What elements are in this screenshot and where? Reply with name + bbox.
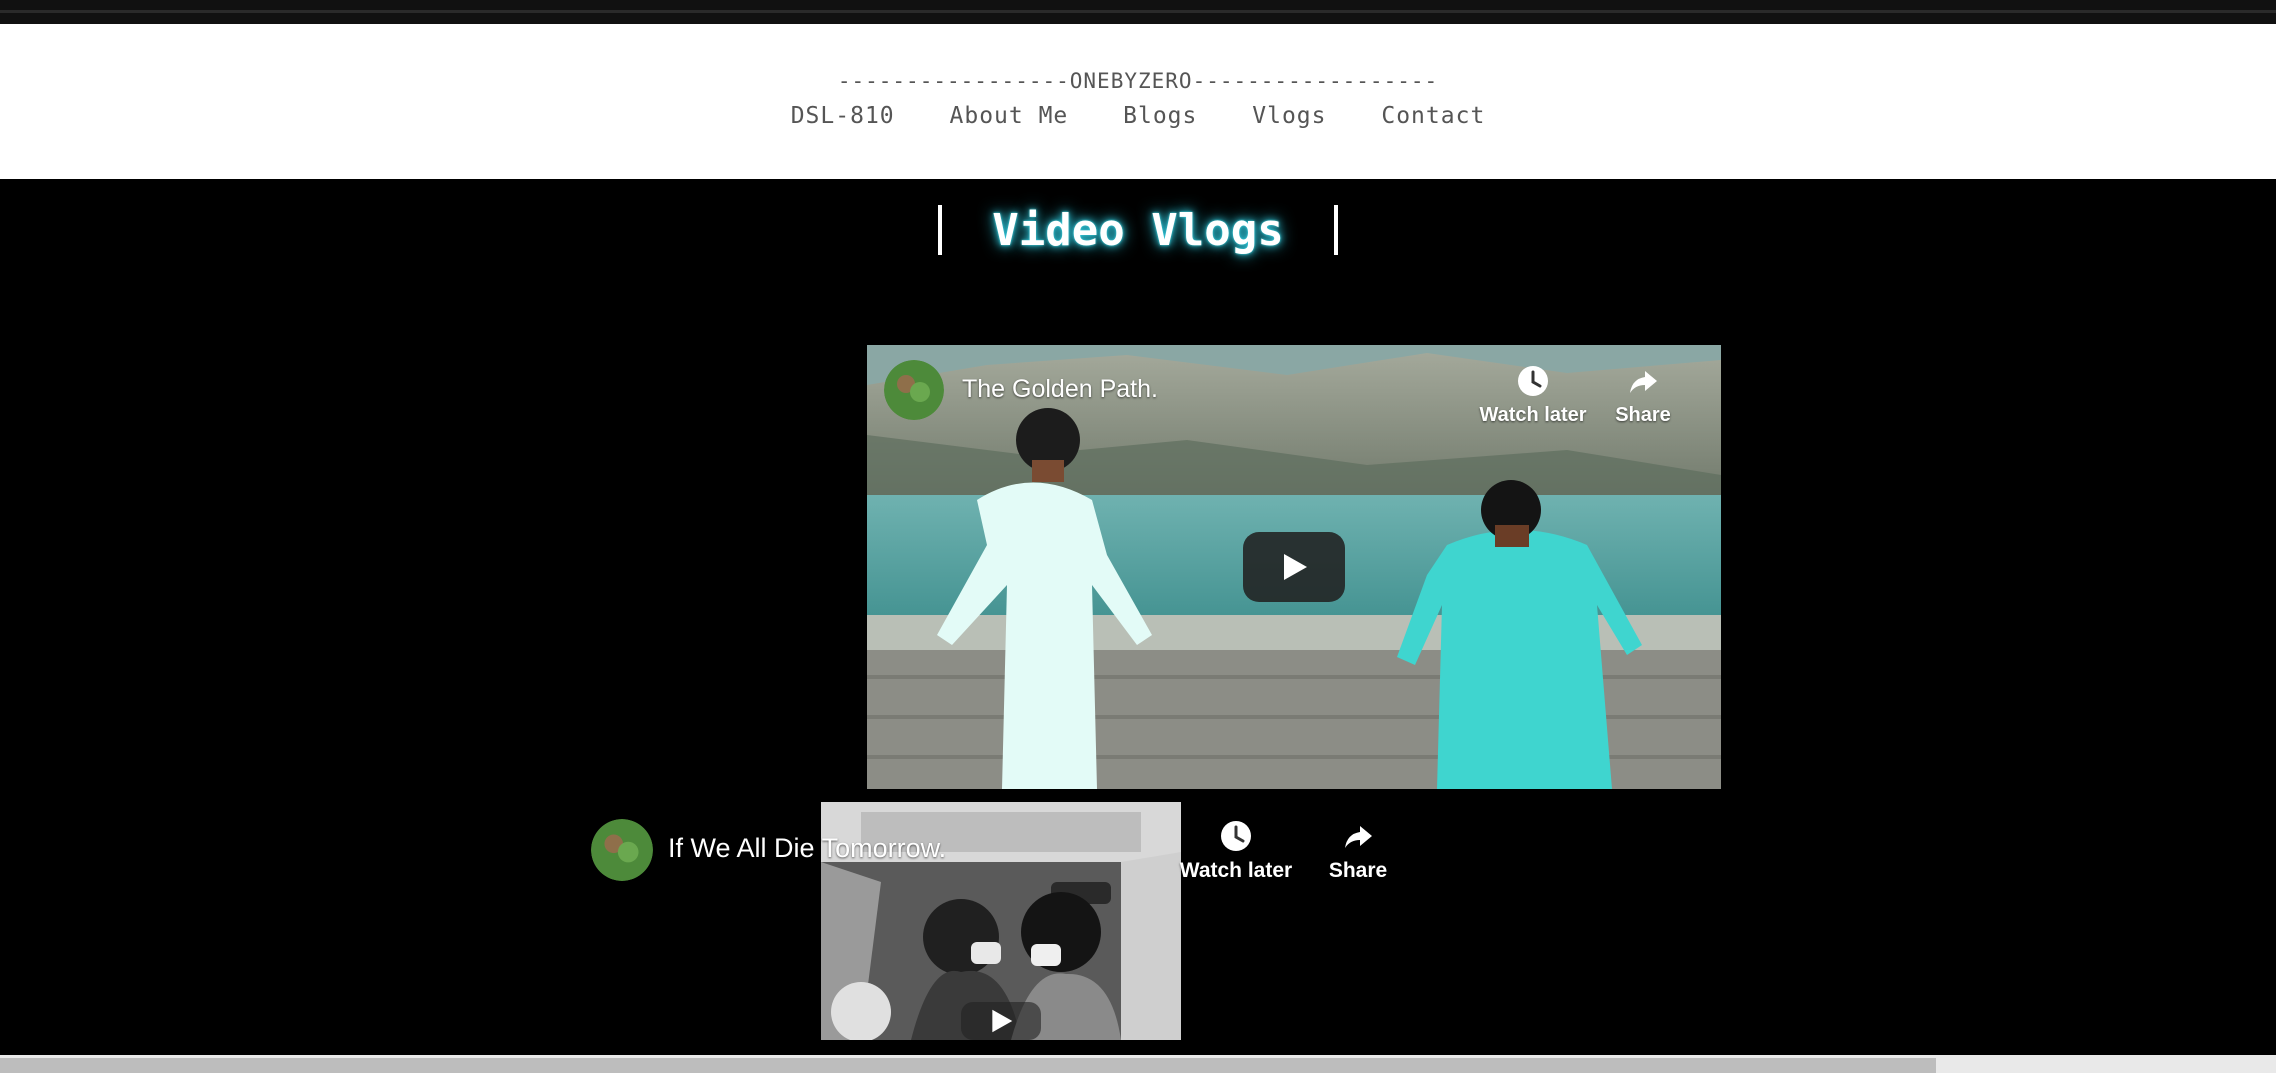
site-brand: -----------------ONEBYZERO--------------… bbox=[837, 69, 1439, 93]
nav-item-contact[interactable]: Contact bbox=[1381, 103, 1485, 129]
watch-later-button[interactable]: Watch later bbox=[1473, 363, 1593, 427]
play-icon bbox=[992, 1009, 1013, 1033]
page-title: Video Vlogs bbox=[992, 204, 1284, 256]
browser-top-strip bbox=[0, 0, 2276, 24]
share-arrow-icon bbox=[1345, 826, 1372, 848]
nav-item-vlogs[interactable]: Vlogs bbox=[1252, 103, 1326, 129]
play-icon bbox=[1284, 554, 1307, 580]
nav-item-blogs[interactable]: Blogs bbox=[1123, 103, 1197, 129]
play-button[interactable] bbox=[961, 1002, 1041, 1040]
play-button[interactable] bbox=[1243, 532, 1345, 602]
clock-icon bbox=[1221, 821, 1251, 851]
watch-later-label: Watch later bbox=[1479, 404, 1587, 426]
page-title-frame: Video Vlogs bbox=[938, 204, 1338, 256]
share-label: Share bbox=[1615, 404, 1671, 426]
channel-avatar[interactable] bbox=[591, 819, 653, 881]
nav-item-about-me[interactable]: About Me bbox=[950, 103, 1069, 129]
main-nav: DSL-810 About Me Blogs Vlogs Contact bbox=[0, 103, 2276, 129]
watch-later-label: Watch later bbox=[1179, 859, 1293, 882]
share-arrow-icon bbox=[1630, 371, 1657, 393]
channel-avatar[interactable] bbox=[884, 360, 944, 420]
video-title[interactable]: The Golden Path. bbox=[962, 375, 1158, 404]
share-button[interactable]: Share bbox=[1318, 818, 1398, 883]
video-player-golden-path[interactable]: The Golden Path. Watch later Share bbox=[867, 345, 1721, 789]
share-button[interactable]: Share bbox=[1603, 363, 1683, 427]
nav-item-dsl-810[interactable]: DSL-810 bbox=[791, 103, 895, 129]
video-title[interactable]: If We All Die Tomorrow. bbox=[668, 833, 946, 864]
share-label: Share bbox=[1328, 859, 1388, 882]
horizontal-scrollbar[interactable] bbox=[0, 1055, 2276, 1073]
scrollbar-thumb[interactable] bbox=[0, 1058, 1936, 1073]
watch-later-button[interactable]: Watch later bbox=[1176, 818, 1296, 883]
site-header: -----------------ONEBYZERO--------------… bbox=[0, 24, 2276, 179]
clock-icon bbox=[1518, 366, 1548, 396]
